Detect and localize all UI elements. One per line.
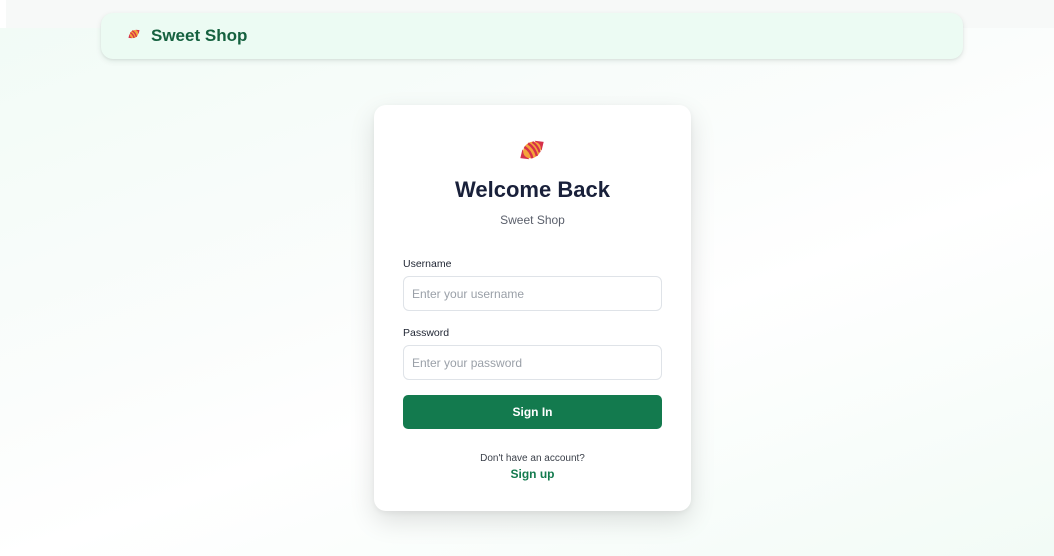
username-label: Username bbox=[403, 258, 452, 270]
candy-icon bbox=[514, 132, 550, 173]
top-strip-edge bbox=[0, 0, 6, 28]
password-input[interactable] bbox=[403, 345, 662, 380]
password-label: Password bbox=[403, 327, 450, 339]
sign-in-button[interactable]: Sign In bbox=[403, 395, 662, 429]
sign-up-link[interactable]: Sign up bbox=[374, 467, 691, 481]
signup-prompt: Don't have an account? bbox=[480, 453, 585, 464]
page-title: Welcome Back bbox=[455, 177, 610, 202]
login-card: Welcome Back Sweet Shop Username Passwor… bbox=[374, 105, 691, 511]
brand-name: Sweet Shop bbox=[151, 26, 248, 45]
navbar: Sweet Shop bbox=[101, 13, 963, 59]
candy-icon bbox=[125, 25, 143, 48]
brand[interactable]: Sweet Shop bbox=[125, 25, 247, 48]
page-subtitle: Sweet Shop bbox=[500, 213, 565, 227]
username-input[interactable] bbox=[403, 276, 662, 311]
